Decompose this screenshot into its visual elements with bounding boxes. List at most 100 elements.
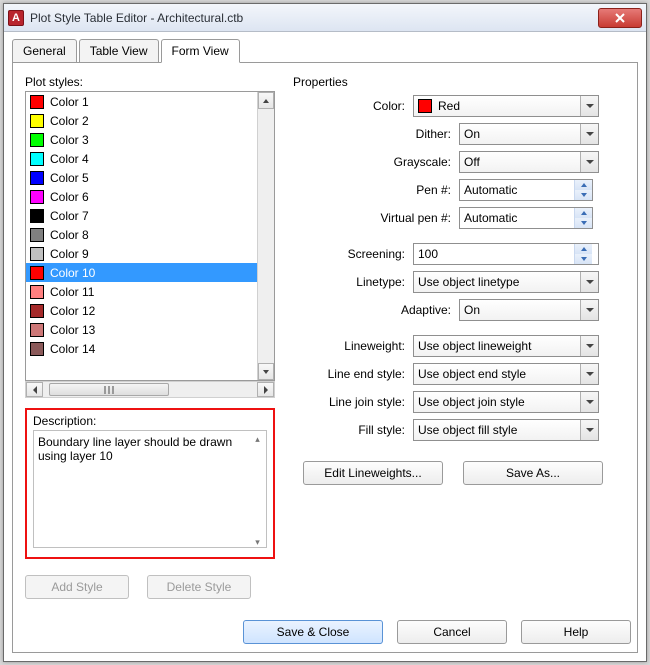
scroll-left-button[interactable] (26, 382, 43, 397)
color-value: Red (438, 99, 460, 113)
pen-input[interactable] (460, 180, 574, 200)
properties-group-label: Properties (293, 75, 625, 89)
color-swatch-icon (30, 285, 44, 299)
virtual-pen-spin[interactable] (459, 207, 593, 229)
plot-style-item[interactable]: Color 10 (26, 263, 257, 282)
plot-style-item[interactable]: Color 12 (26, 301, 257, 320)
plot-style-item-label: Color 6 (50, 190, 89, 204)
close-button[interactable] (598, 8, 642, 28)
line-end-style-label: Line end style: (293, 367, 413, 381)
plot-style-item[interactable]: Color 6 (26, 187, 257, 206)
virtual-pen-input[interactable] (460, 208, 574, 228)
spin-up-icon[interactable] (575, 244, 592, 254)
line-end-style-combo[interactable]: Use object end style (413, 363, 599, 385)
plot-style-item[interactable]: Color 3 (26, 130, 257, 149)
tab-form-view[interactable]: Form View (161, 39, 240, 63)
adaptive-value: On (464, 303, 480, 317)
color-combo[interactable]: Red (413, 95, 599, 117)
color-swatch-icon (30, 190, 44, 204)
color-label: Color: (293, 99, 413, 113)
plot-style-item[interactable]: Color 8 (26, 225, 257, 244)
save-close-button[interactable]: Save & Close (243, 620, 383, 644)
dither-label: Dither: (293, 127, 459, 141)
plot-style-item-label: Color 9 (50, 247, 89, 261)
plot-style-item-label: Color 3 (50, 133, 89, 147)
color-swatch-icon (30, 304, 44, 318)
plot-style-item[interactable]: Color 13 (26, 320, 257, 339)
color-swatch-icon (30, 342, 44, 356)
dropdown-icon[interactable] (580, 364, 598, 384)
scroll-track[interactable] (258, 109, 274, 363)
color-swatch-icon (30, 152, 44, 166)
scroll-h-thumb[interactable] (49, 383, 169, 396)
dropdown-icon[interactable] (580, 300, 598, 320)
plot-style-item[interactable]: Color 1 (26, 92, 257, 111)
description-textarea[interactable] (33, 430, 267, 548)
dither-value: On (464, 127, 480, 141)
plot-style-item[interactable]: Color 2 (26, 111, 257, 130)
screening-spin[interactable] (413, 243, 599, 265)
adaptive-label: Adaptive: (293, 303, 459, 317)
plot-style-item[interactable]: Color 4 (26, 149, 257, 168)
pen-spin[interactable] (459, 179, 593, 201)
plot-style-item[interactable]: Color 11 (26, 282, 257, 301)
plot-style-item-label: Color 12 (50, 304, 95, 318)
color-swatch-icon (30, 209, 44, 223)
app-icon: A (8, 10, 24, 26)
plot-style-item-label: Color 14 (50, 342, 95, 356)
vertical-scrollbar[interactable] (257, 92, 274, 380)
linetype-value: Use object linetype (418, 275, 519, 289)
fill-style-combo[interactable]: Use object fill style (413, 419, 599, 441)
plot-style-item[interactable]: Color 5 (26, 168, 257, 187)
fill-style-value: Use object fill style (418, 423, 517, 437)
lineweight-value: Use object lineweight (418, 339, 531, 353)
scroll-down-button[interactable] (258, 363, 274, 380)
plot-styles-listbox[interactable]: Color 1 Color 2 Color 3 Color 4 Color 5 Color… (25, 91, 275, 381)
titlebar[interactable]: A Plot Style Table Editor - Architectura… (4, 4, 646, 32)
linetype-combo[interactable]: Use object linetype (413, 271, 599, 293)
dropdown-icon[interactable] (580, 420, 598, 440)
scroll-up-icon[interactable]: ▴ (250, 432, 265, 446)
adaptive-combo[interactable]: On (459, 299, 599, 321)
help-button[interactable]: Help (521, 620, 631, 644)
pen-label: Pen #: (293, 183, 459, 197)
horizontal-scrollbar[interactable] (25, 381, 275, 398)
plot-style-item[interactable]: Color 7 (26, 206, 257, 225)
save-as-button[interactable]: Save As... (463, 461, 603, 485)
plot-style-item[interactable]: Color 9 (26, 244, 257, 263)
dropdown-icon[interactable] (580, 336, 598, 356)
plot-style-item-label: Color 5 (50, 171, 89, 185)
line-join-style-combo[interactable]: Use object join style (413, 391, 599, 413)
right-column: Properties Color: Red (275, 75, 625, 640)
plot-style-item[interactable]: Color 14 (26, 339, 257, 358)
plot-style-item-label: Color 10 (50, 266, 95, 280)
scroll-h-track[interactable] (43, 382, 257, 397)
tab-table-view[interactable]: Table View (79, 39, 159, 63)
tab-general[interactable]: General (12, 39, 77, 63)
cancel-button[interactable]: Cancel (397, 620, 507, 644)
dither-combo[interactable]: On (459, 123, 599, 145)
dropdown-icon[interactable] (580, 272, 598, 292)
lineweight-combo[interactable]: Use object lineweight (413, 335, 599, 357)
spin-down-icon[interactable] (575, 218, 592, 228)
dropdown-icon[interactable] (580, 392, 598, 412)
screening-input[interactable] (414, 244, 574, 264)
edit-lineweights-button[interactable]: Edit Lineweights... (303, 461, 443, 485)
color-swatch-icon (30, 114, 44, 128)
dropdown-icon[interactable] (580, 96, 598, 116)
scroll-up-button[interactable] (258, 92, 274, 109)
scroll-right-button[interactable] (257, 382, 274, 397)
add-style-button: Add Style (25, 575, 129, 599)
dropdown-icon[interactable] (580, 124, 598, 144)
spin-down-icon[interactable] (575, 190, 592, 200)
plot-style-item-label: Color 2 (50, 114, 89, 128)
grayscale-combo[interactable]: Off (459, 151, 599, 173)
spin-up-icon[interactable] (575, 180, 592, 190)
description-label: Description: (33, 414, 267, 428)
tabstrip: General Table View Form View (12, 38, 638, 62)
description-scrollbar[interactable]: ▴ ▾ (250, 432, 265, 549)
spin-down-icon[interactable] (575, 254, 592, 264)
dropdown-icon[interactable] (580, 152, 598, 172)
spin-up-icon[interactable] (575, 208, 592, 218)
scroll-down-icon[interactable]: ▾ (250, 535, 265, 549)
